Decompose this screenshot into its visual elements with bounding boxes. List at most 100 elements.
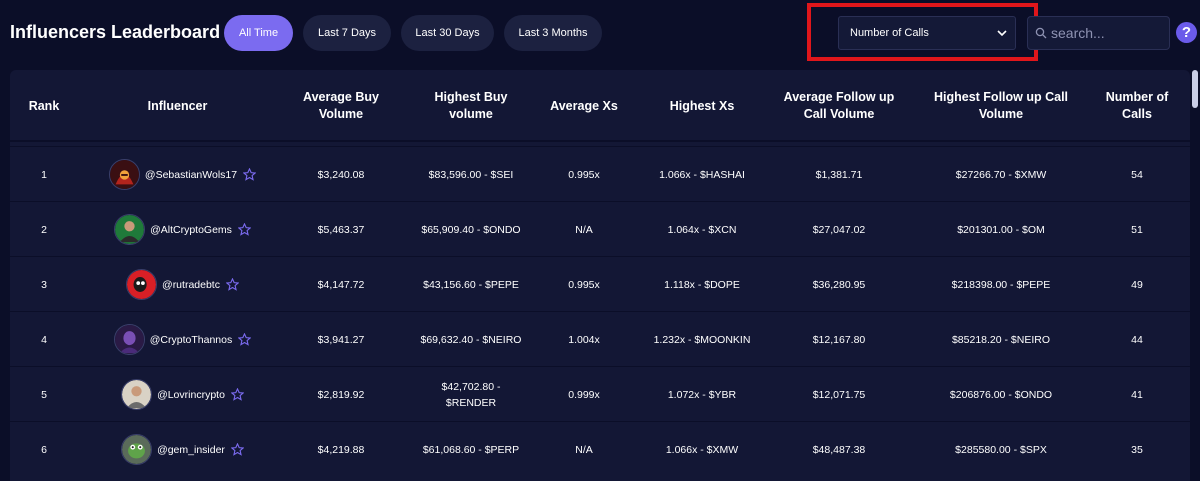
rank-cell: 6 xyxy=(41,443,47,456)
average-follow-up-cell: $12,167.80 xyxy=(812,333,866,346)
man-portrait-avatar xyxy=(121,379,153,410)
number-of-calls-cell: 54 xyxy=(1131,168,1143,181)
chevron-down-icon xyxy=(997,30,1007,37)
number-of-calls-cell: 41 xyxy=(1131,388,1143,401)
rank-cell: 5 xyxy=(41,388,47,401)
average-xs-cell: 0.995x xyxy=(568,168,600,181)
pepe-avatar xyxy=(121,434,153,465)
table-row[interactable]: 4 @CryptoThannos $3,941.27 $69,632.40 - … xyxy=(10,311,1190,366)
highest-follow-up-cell: $85218.20 - $NEIRO xyxy=(951,333,1051,346)
average-follow-up-cell: $12,071.75 xyxy=(812,388,866,401)
star-icon[interactable] xyxy=(230,443,244,456)
highest-follow-up-cell: $285580.00 - $SPX xyxy=(955,443,1047,456)
table-row[interactable]: 1 @SebastianWols17 $3,240.08 $83,596.00 … xyxy=(10,146,1190,201)
rank-cell: 2 xyxy=(41,223,47,236)
table-row[interactable]: 3 @rutradebtc $4,147.72 $43,156.60 - $PE… xyxy=(10,256,1190,311)
highest-xs-cell: 1.118x - $DOPE xyxy=(664,278,740,291)
average-buy-volume-cell: $3,941.27 xyxy=(317,333,365,346)
number-of-calls-cell: 49 xyxy=(1131,278,1143,291)
influencer-cell: @rutradebtc xyxy=(80,257,285,312)
influencer-handle-link[interactable]: @rutradebtc xyxy=(162,277,220,293)
influencer-handle-link[interactable]: @Lovrincrypto xyxy=(157,387,225,403)
table-row[interactable]: 2 @AltCryptoGems $5,463.37 $65,909.40 - … xyxy=(10,201,1190,256)
influencer-handle-link[interactable]: @SebastianWols17 xyxy=(145,167,237,183)
table-row[interactable]: 5 @Lovrincrypto $2,819.92 $42,702.80 - $… xyxy=(10,366,1190,421)
average-xs-cell: 0.999x xyxy=(568,388,600,401)
influencer-handle-link[interactable]: @CryptoThannos xyxy=(150,332,232,348)
table-header: Rank Influencer Average Buy Volume Highe… xyxy=(10,70,1190,142)
average-buy-volume-cell: $4,219.88 xyxy=(317,443,365,456)
star-icon[interactable] xyxy=(237,223,251,236)
search-input[interactable] xyxy=(1051,25,1161,41)
highest-buy-volume-cell: $42,702.80 - $RENDER xyxy=(441,380,501,409)
column-header-average-follow-up-call-volume[interactable]: Average Follow up Call Volume xyxy=(772,70,906,142)
highest-follow-up-cell: $206876.00 - $ONDO xyxy=(949,388,1053,401)
rank-cell: 4 xyxy=(41,333,47,346)
page-title: Influencers Leaderboard xyxy=(10,22,221,42)
highest-buy-volume-cell: $83,596.00 - $SEI xyxy=(428,168,514,181)
column-header-highest-buy-volume[interactable]: Highest Buy volume xyxy=(420,70,522,142)
average-buy-volume-cell: $2,819.92 xyxy=(317,388,365,401)
scrollbar-thumb[interactable] xyxy=(1192,70,1198,108)
column-header-average-buy-volume[interactable]: Average Buy Volume xyxy=(292,70,390,142)
influencer-cell: @CryptoThannos xyxy=(80,312,285,367)
influencer-handle-link[interactable]: @gem_insider xyxy=(157,442,225,458)
star-icon[interactable] xyxy=(225,278,239,291)
rank-cell: 3 xyxy=(41,278,47,291)
highest-follow-up-cell: $27266.70 - $XMW xyxy=(955,168,1047,181)
average-buy-volume-cell: $3,240.08 xyxy=(317,168,365,181)
red-hood-avatar xyxy=(108,159,140,190)
red-mask-avatar xyxy=(126,269,158,300)
header-bar: Influencers Leaderboard All Time Last 7 … xyxy=(0,0,1200,68)
sort-by-value: Number of Calls xyxy=(850,27,929,39)
column-header-rank[interactable]: Rank xyxy=(10,70,78,142)
highest-xs-cell: 1.064x - $XCN xyxy=(667,223,737,236)
tab-last-7-days[interactable]: Last 7 Days xyxy=(303,15,391,51)
average-buy-volume-cell: $4,147.72 xyxy=(317,278,365,291)
average-xs-cell: 1.004x xyxy=(568,333,600,346)
number-of-calls-cell: 35 xyxy=(1131,443,1143,456)
sort-by-select[interactable]: Number of Calls xyxy=(838,16,1016,50)
help-icon[interactable]: ? xyxy=(1176,22,1197,43)
tab-last-3-months[interactable]: Last 3 Months xyxy=(504,15,602,51)
number-of-calls-cell: 51 xyxy=(1131,223,1143,236)
number-of-calls-cell: 44 xyxy=(1131,333,1143,346)
scrollbar-track[interactable] xyxy=(1190,70,1200,481)
influencer-cell: @gem_insider xyxy=(80,422,285,477)
highest-follow-up-cell: $201301.00 - $OM xyxy=(957,223,1045,236)
leaderboard-app: Influencers Leaderboard All Time Last 7 … xyxy=(0,0,1200,481)
column-header-number-of-calls[interactable]: Number of Calls xyxy=(1090,70,1184,142)
rank-cell: 1 xyxy=(41,168,47,181)
leaderboard-table: Rank Influencer Average Buy Volume Highe… xyxy=(10,70,1190,481)
column-header-highest-xs[interactable]: Highest Xs xyxy=(632,70,772,142)
column-header-average-xs[interactable]: Average Xs xyxy=(545,70,623,142)
column-header-influencer[interactable]: Influencer xyxy=(90,70,265,142)
highest-xs-cell: 1.066x - $HASHAI xyxy=(659,168,745,181)
highest-buy-volume-cell: $69,632.40 - $NEIRO xyxy=(420,333,522,346)
influencer-handle-link[interactable]: @AltCryptoGems xyxy=(150,222,232,238)
column-header-highest-follow-up-call-volume[interactable]: Highest Follow up Call Volume xyxy=(932,70,1070,142)
highest-follow-up-cell: $218398.00 - $PEPE xyxy=(951,278,1051,291)
average-follow-up-cell: $27,047.02 xyxy=(812,223,866,236)
average-follow-up-cell: $48,487.38 xyxy=(812,443,866,456)
average-xs-cell: N/A xyxy=(575,223,593,236)
average-follow-up-cell: $1,381.71 xyxy=(815,168,863,181)
highest-buy-volume-cell: $61,068.60 - $PERP xyxy=(422,443,520,456)
average-xs-cell: N/A xyxy=(575,443,593,456)
highest-xs-cell: 1.232x - $MOONKIN xyxy=(653,333,751,346)
tab-last-30-days[interactable]: Last 30 Days xyxy=(401,15,494,51)
star-icon[interactable] xyxy=(230,388,244,401)
average-xs-cell: 0.995x xyxy=(568,278,600,291)
tab-all-time[interactable]: All Time xyxy=(224,15,293,51)
average-buy-volume-cell: $5,463.37 xyxy=(317,223,365,236)
man-green-avatar xyxy=(114,214,146,245)
table-row[interactable]: 6 @gem_insider $4,219.88 $61,068.60 - $P… xyxy=(10,421,1190,476)
influencer-cell: @AltCryptoGems xyxy=(80,202,285,257)
star-icon[interactable] xyxy=(238,333,252,346)
search-box[interactable] xyxy=(1027,16,1170,50)
average-follow-up-cell: $36,280.95 xyxy=(812,278,866,291)
highest-buy-volume-cell: $65,909.40 - $ONDO xyxy=(421,223,521,236)
highest-xs-cell: 1.072x - $YBR xyxy=(667,388,737,401)
star-icon[interactable] xyxy=(243,168,257,181)
search-icon xyxy=(1035,27,1047,39)
